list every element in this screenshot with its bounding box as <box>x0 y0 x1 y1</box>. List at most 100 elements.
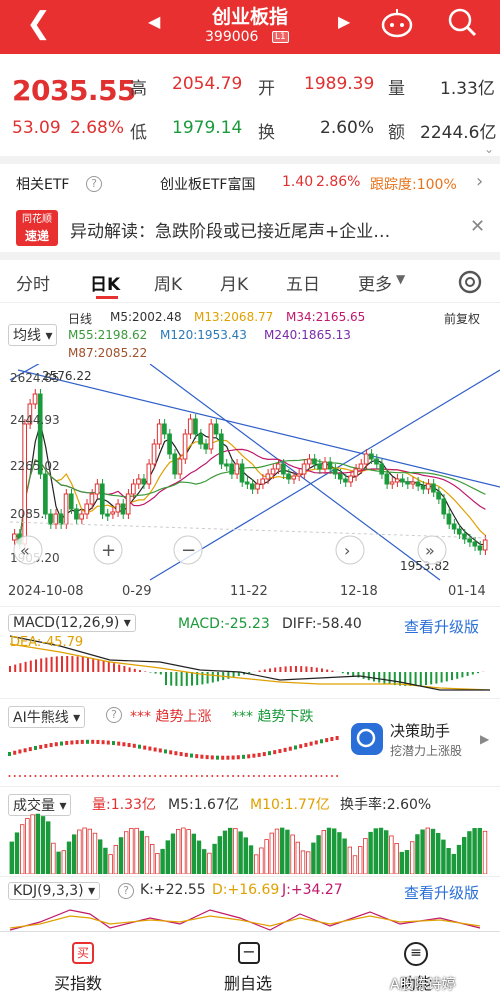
ai-baseline-dot <box>289 775 292 777</box>
helper-title: 决策助手 <box>390 722 451 740</box>
date-label: 12-18 <box>340 584 378 599</box>
candle <box>312 458 317 465</box>
ai-baseline-dot <box>133 775 136 777</box>
minus-square-icon: − <box>238 942 260 964</box>
volume-bar <box>305 851 311 874</box>
ai-baseline-dot <box>273 775 276 777</box>
ai-mark <box>164 749 167 754</box>
volume-bar <box>399 851 404 874</box>
volume-bar <box>259 847 264 874</box>
volume-bar <box>352 855 358 874</box>
volume-bar <box>274 828 280 874</box>
candle <box>74 508 79 520</box>
ai-mark <box>44 743 48 748</box>
ma120: M120:1953.43 <box>160 328 247 342</box>
help-icon[interactable]: ? <box>86 176 102 192</box>
volume-bar <box>316 835 321 874</box>
ai-mark <box>169 750 173 755</box>
divider <box>0 606 500 607</box>
close-icon[interactable]: ✕ <box>470 216 485 237</box>
scroll-right-icon[interactable]: › <box>335 535 365 565</box>
buy-icon: 买 <box>72 942 94 964</box>
ai-mark <box>143 745 147 750</box>
ai-baseline-dot <box>154 775 157 777</box>
candle <box>255 483 260 490</box>
candle <box>151 443 157 465</box>
ai-mark <box>39 744 43 749</box>
remove-favorite-button[interactable]: − 删自选 <box>166 932 334 1004</box>
volume-bar <box>222 830 228 874</box>
volume-bar <box>269 832 274 874</box>
tab-more[interactable]: 更多 <box>358 270 392 295</box>
watermark: A股陈诗婷 <box>390 977 456 993</box>
candle <box>244 481 250 485</box>
latest-icon[interactable]: » <box>417 535 447 565</box>
volume-bar <box>72 834 77 874</box>
etf-row[interactable]: 相关ETF ? 创业板ETF富国 1.40 2.86% 跟踪度:100% › <box>0 164 500 202</box>
divider <box>0 876 500 877</box>
candle <box>363 453 369 465</box>
change-value: 53.09 <box>12 118 61 138</box>
ma-select[interactable]: 均线 ▾ <box>8 324 58 346</box>
news-row[interactable]: 同花顺 速递 异动解读：急跌阶段或已接近尾声+企业… ✕ <box>0 204 500 250</box>
svg-text:»: » <box>425 541 435 560</box>
candle <box>48 513 53 525</box>
settings-icon[interactable] <box>456 268 484 296</box>
y-label: 2085. <box>10 507 44 521</box>
date-label: 0-29 <box>122 584 152 599</box>
candle <box>327 461 333 470</box>
search-icon[interactable] <box>446 6 478 38</box>
volume-bar <box>331 828 337 874</box>
candle <box>208 423 214 450</box>
tab-timeshare[interactable]: 分时 <box>16 270 50 295</box>
macd-chart: DEA:-45.79 <box>9 635 491 691</box>
ai-mark <box>112 741 115 746</box>
adjust-label[interactable]: 前复权 <box>444 310 480 327</box>
ai-baseline-dot <box>226 775 229 777</box>
candle <box>482 539 488 551</box>
help-icon[interactable]: ? <box>118 883 134 899</box>
trend-line <box>17 369 500 488</box>
ai-baseline-dot <box>216 775 219 777</box>
tab-daily-k[interactable]: 日K <box>90 270 120 295</box>
next-stock-icon[interactable]: ▶ <box>338 12 350 31</box>
kline-chart[interactable]: 2624.85 2444.93 2265.02 2085. 1905.20 25… <box>0 364 500 582</box>
macd-value: MACD:-25.23 <box>178 616 270 632</box>
buy-index-button[interactable]: 买 买指数 <box>0 932 166 1004</box>
volume-bar <box>165 840 170 874</box>
etf-price: 1.40 <box>282 174 314 190</box>
candle <box>125 493 131 515</box>
candle <box>451 523 457 530</box>
robot-icon[interactable] <box>380 6 414 40</box>
ai-baseline-dot <box>102 775 105 777</box>
candle <box>99 483 105 515</box>
tab-five-day[interactable]: 五日 <box>286 270 320 295</box>
expand-icon[interactable]: ⌄ <box>484 142 494 156</box>
candle <box>53 513 59 525</box>
macd-select[interactable]: MACD(12,26,9) ▾ <box>8 614 136 632</box>
volume-bar <box>383 830 389 874</box>
ai-mark <box>106 740 110 745</box>
zoom-minus-icon[interactable]: − <box>173 535 203 565</box>
decision-helper[interactable]: 决策助手 挖潜力上涨股 ▶ <box>344 718 494 764</box>
ma-line <box>14 439 486 541</box>
ai-baseline-dot <box>76 775 79 777</box>
ai-mark <box>299 744 303 749</box>
tab-monthly-k[interactable]: 月K <box>220 270 248 295</box>
volume-bar <box>253 854 259 874</box>
zoom-out-icon[interactable]: « <box>13 535 43 565</box>
kdj-select[interactable]: KDJ(9,3,3) ▾ <box>8 882 101 900</box>
ai-mark <box>257 752 261 757</box>
candle <box>456 528 462 535</box>
volume-bar <box>394 843 399 874</box>
tab-weekly-k[interactable]: 周K <box>154 270 182 295</box>
ai-baseline-dot <box>185 775 188 777</box>
help-icon[interactable]: ? <box>106 707 122 723</box>
ai-baseline-dot <box>91 775 94 777</box>
candle <box>182 433 188 460</box>
candle <box>234 463 240 475</box>
volume-m5: M5:1.67亿 <box>168 797 239 813</box>
change-pct: 2.68% <box>70 118 125 138</box>
zoom-in-icon[interactable]: + <box>93 535 123 565</box>
ai-mark <box>288 746 292 751</box>
